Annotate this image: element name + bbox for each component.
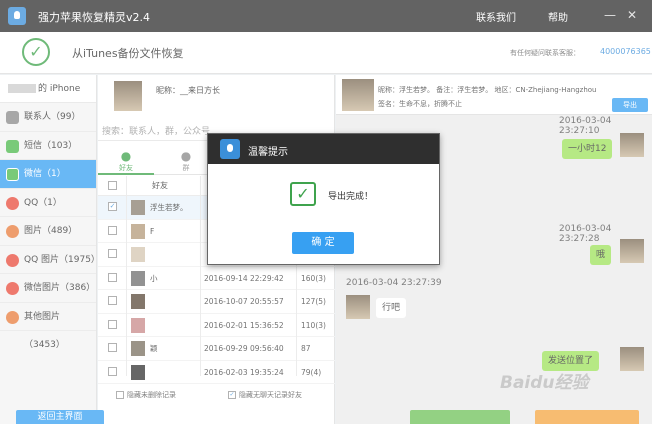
- notice-dialog: 温馨提示 ✓ 导出完成！ 确 定: [207, 133, 440, 265]
- dialog-message: 导出完成！: [328, 192, 374, 202]
- confirm-button[interactable]: 确 定: [292, 232, 354, 254]
- app-logo-icon: [220, 139, 240, 159]
- dialog-header: 温馨提示: [208, 134, 439, 164]
- success-check-icon: ✓: [290, 182, 316, 206]
- dialog-title: 温馨提示: [248, 147, 288, 158]
